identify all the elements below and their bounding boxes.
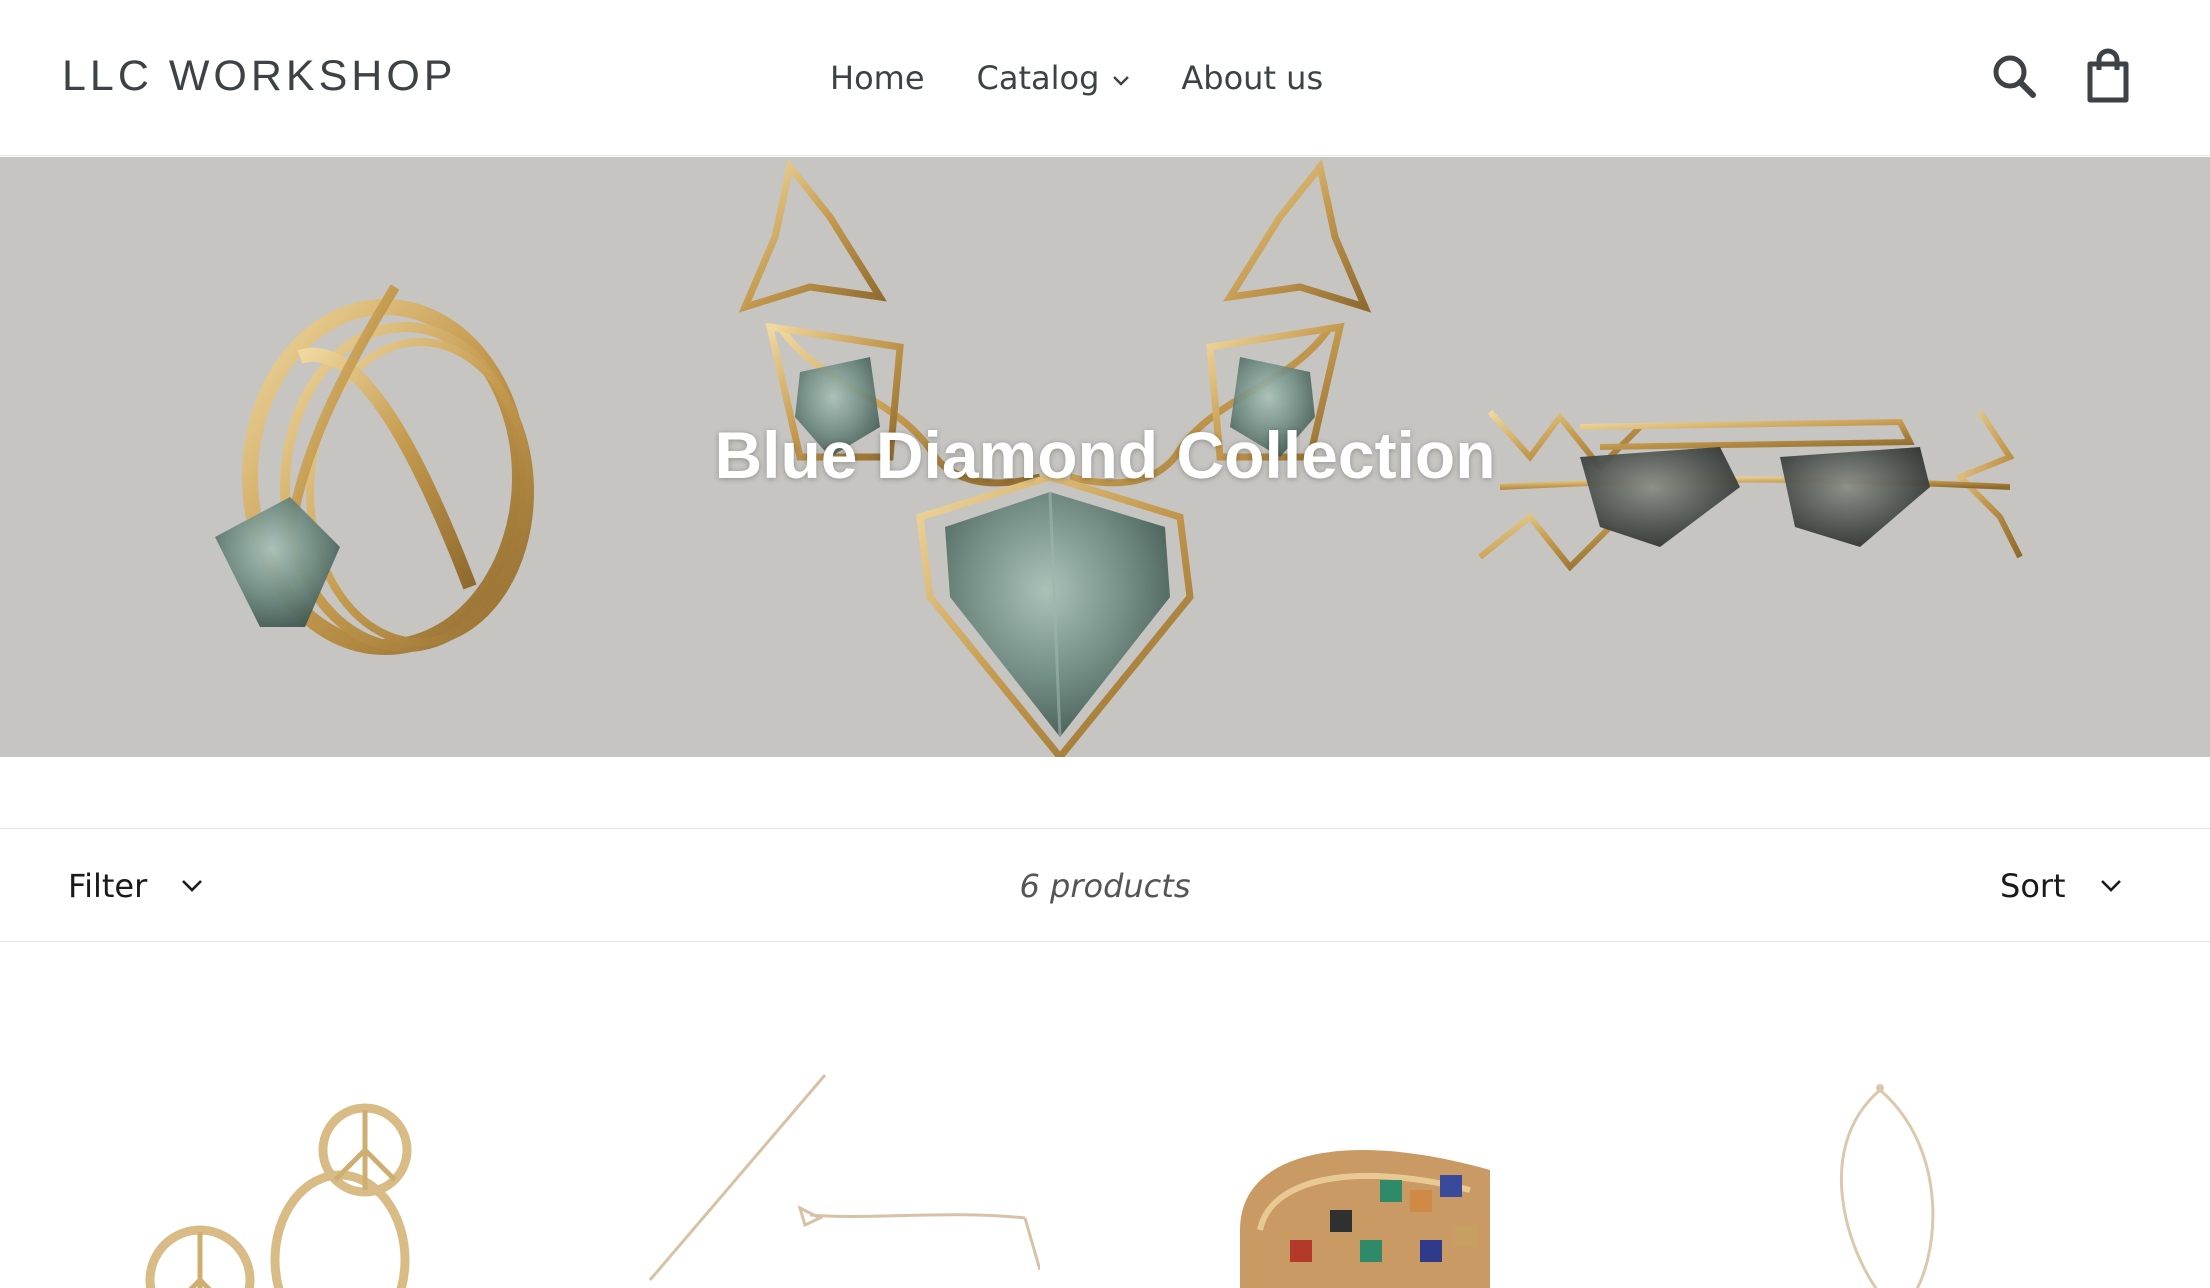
product-image-pendant-necklace[interactable] <box>1790 1040 2090 1288</box>
collection-page: LLC WORKSHOP Home Catalog About us Blue … <box>0 0 2210 1288</box>
chevron-down-icon <box>1113 76 1130 86</box>
product-card[interactable] <box>100 1040 520 1288</box>
collection-toolbar: Filter 6 products Sort <box>0 828 2210 942</box>
nav-about[interactable]: About us <box>1181 59 1323 97</box>
product-image-earrings[interactable] <box>100 1040 520 1288</box>
product-image-chain-necklace[interactable] <box>620 1040 1040 1288</box>
product-count: 6 products <box>1019 867 1191 905</box>
main-navigation: Home Catalog About us <box>830 54 1323 102</box>
collection-hero-banner: Blue Diamond Collection <box>0 157 2210 757</box>
product-card[interactable] <box>1790 1040 2210 1288</box>
product-card[interactable] <box>620 1040 1040 1288</box>
site-logo[interactable]: LLC WORKSHOP <box>62 52 456 101</box>
nav-catalog-label: Catalog <box>976 59 1100 97</box>
sort-label: Sort <box>2000 867 2066 905</box>
collection-title: Blue Diamond Collection <box>714 418 1496 492</box>
cart-icon[interactable] <box>2084 48 2132 104</box>
site-header: LLC WORKSHOP Home Catalog About us <box>0 0 2210 156</box>
header-icons <box>1990 46 2132 106</box>
search-icon[interactable] <box>1990 48 2038 104</box>
product-card[interactable] <box>1230 1040 1650 1288</box>
product-grid <box>0 1040 2210 1288</box>
product-image-enamel-ring[interactable] <box>1230 1040 1510 1288</box>
nav-home[interactable]: Home <box>830 59 925 97</box>
nav-catalog[interactable]: Catalog <box>977 59 1130 97</box>
sort-dropdown[interactable]: Sort <box>2000 859 2122 913</box>
chevron-down-icon <box>2100 880 2121 892</box>
